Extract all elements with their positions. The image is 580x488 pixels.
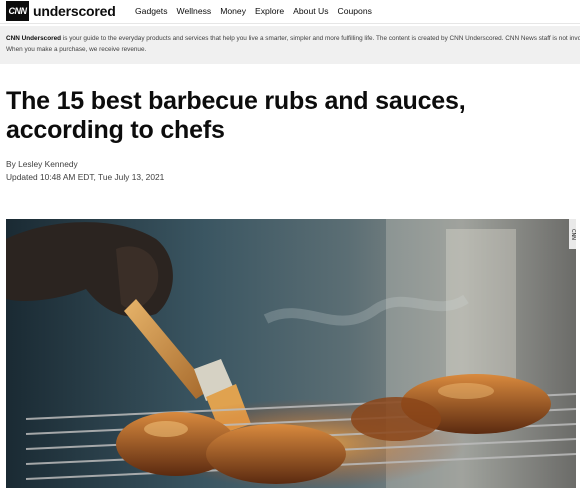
photo-credit: CNN xyxy=(569,219,576,249)
disclaimer-brand: CNN Underscored xyxy=(6,35,62,42)
site-logo[interactable]: CNN underscored xyxy=(6,0,116,22)
cnn-logo-box: CNN xyxy=(6,1,29,21)
nav-wellness[interactable]: Wellness xyxy=(177,4,212,18)
hero-image: CNN xyxy=(6,219,576,488)
underscored-wordmark: underscored xyxy=(33,3,116,19)
nav-explore[interactable]: Explore xyxy=(255,4,284,18)
bbq-grill-photo xyxy=(6,219,576,488)
disclaimer-body: is your guide to the everyday products a… xyxy=(6,35,580,53)
nav-money[interactable]: Money xyxy=(220,4,246,18)
top-navigation: CNN underscored Gadgets Wellness Money E… xyxy=(0,0,580,24)
article-byline: By Lesley Kennedy xyxy=(6,159,78,169)
disclaimer-banner: CNN Underscored is your guide to the eve… xyxy=(0,26,580,64)
nav-coupons[interactable]: Coupons xyxy=(338,4,372,18)
article-title: The 15 best barbecue rubs and sauces, ac… xyxy=(6,87,466,144)
nav-about-us[interactable]: About Us xyxy=(293,4,328,18)
main-nav: Gadgets Wellness Money Explore About Us … xyxy=(135,4,381,18)
disclaimer-text: CNN Underscored is your guide to the eve… xyxy=(6,34,580,55)
article-timestamp: Updated 10:48 AM EDT, Tue July 13, 2021 xyxy=(6,172,165,182)
nav-gadgets[interactable]: Gadgets xyxy=(135,4,168,18)
